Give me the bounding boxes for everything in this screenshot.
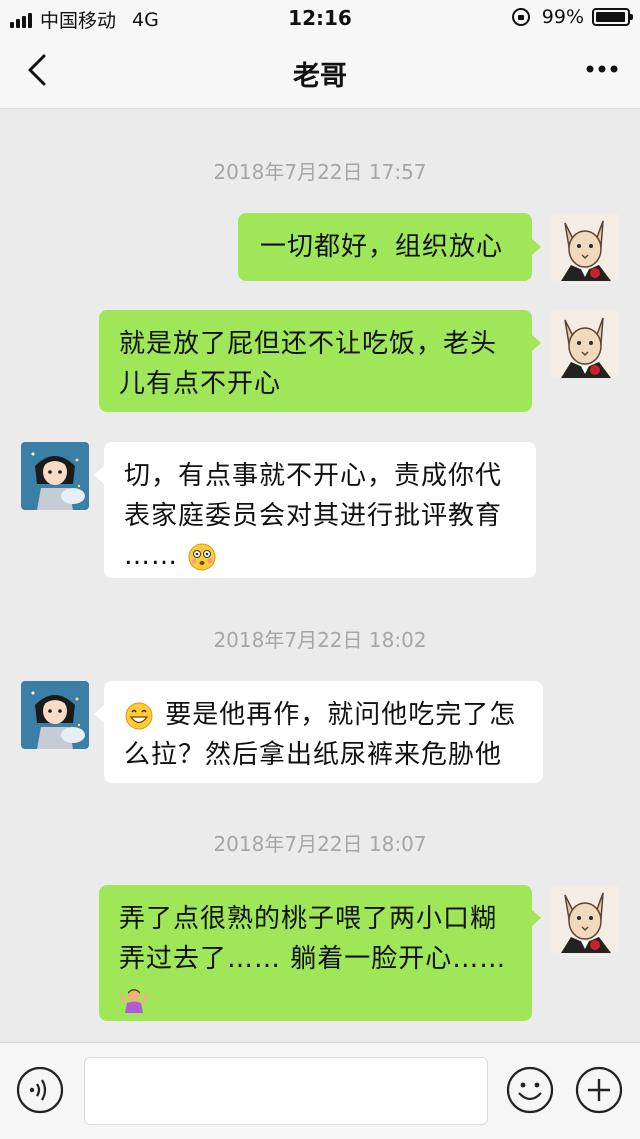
message-text-line: 弄过去了…… 躺着一脸开心……	[119, 944, 507, 974]
message-bubble-sent[interactable]: 一切都好，组织放心	[238, 213, 532, 281]
message-input[interactable]	[84, 1057, 488, 1125]
battery-percent: 99%	[541, 6, 584, 28]
message-text-line: ……	[124, 536, 516, 576]
message-text-line: 么拉？然后拿出纸尿裤来危胁他	[124, 740, 503, 770]
message-text-line: 弄了点很熟的桃子喂了两小口糊	[119, 904, 498, 934]
bubble-tail	[531, 334, 541, 352]
message-text-line: 表家庭委员会对其进行批评教育	[124, 501, 503, 531]
timestamp: 2018年7月22日 18:02	[213, 628, 427, 652]
flushed-face-icon	[188, 543, 216, 570]
chat-header: 老哥	[0, 36, 640, 109]
message-text-line	[119, 979, 512, 1019]
message-text-line: 儿有点不开心	[119, 369, 282, 399]
message-text-line: 要是他再作，就问他吃完了怎	[124, 695, 523, 735]
contact-avatar[interactable]	[21, 681, 89, 749]
status-bar: 中国移动 4G 12:16 99%	[0, 0, 640, 36]
grinning-face-icon	[125, 702, 153, 729]
chat-title: 老哥	[293, 61, 347, 92]
status-right: 99%	[511, 6, 633, 28]
battery-icon	[592, 8, 633, 26]
emoji-icon[interactable]	[505, 1065, 555, 1115]
input-bar	[0, 1042, 640, 1139]
my-avatar[interactable]	[551, 885, 619, 953]
timestamp: 2018年7月22日 18:07	[213, 832, 427, 856]
message-text-line: 切，有点事就不开心，责成你代	[124, 461, 503, 491]
timestamp: 2018年7月22日 17:57	[213, 160, 427, 184]
more-options-icon[interactable]	[582, 54, 622, 84]
plus-icon[interactable]	[574, 1065, 624, 1115]
voice-input-icon[interactable]	[15, 1065, 65, 1115]
bubble-tail	[531, 909, 541, 927]
orientation-lock-icon	[511, 8, 530, 26]
person-shrugging-icon	[119, 988, 149, 1013]
message-bubble-received[interactable]: 要是他再作，就问他吃完了怎 么拉？然后拿出纸尿裤来危胁他	[104, 681, 543, 783]
message-text: 一切都好，组织放心	[260, 232, 504, 262]
bubble-tail	[94, 705, 104, 723]
bubble-tail	[94, 466, 104, 484]
message-bubble-sent[interactable]: 就是放了屁但还不让吃饭，老头 儿有点不开心	[99, 310, 532, 412]
message-text: 要是他再作，就问他吃完了怎	[165, 700, 517, 730]
message-text: ……	[124, 541, 178, 571]
message-text-line: 就是放了屁但还不让吃饭，老头	[119, 329, 498, 359]
message-bubble-sent[interactable]: 弄了点很熟的桃子喂了两小口糊 弄过去了…… 躺着一脸开心……	[99, 885, 532, 1021]
contact-avatar[interactable]	[21, 442, 89, 510]
my-avatar[interactable]	[551, 213, 619, 281]
message-bubble-received[interactable]: 切，有点事就不开心，责成你代 表家庭委员会对其进行批评教育 ……	[104, 442, 536, 578]
my-avatar[interactable]	[551, 310, 619, 378]
bubble-tail	[531, 238, 541, 256]
